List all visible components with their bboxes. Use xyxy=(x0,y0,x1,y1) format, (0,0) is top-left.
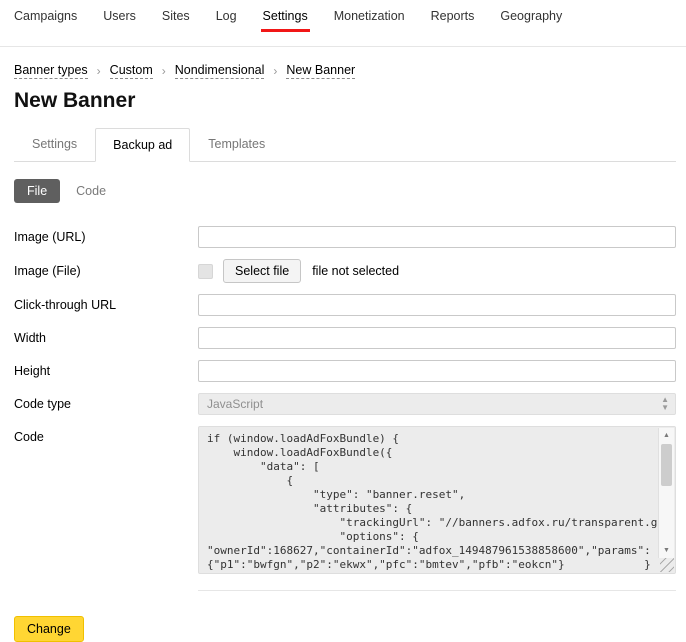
source-toggle: File Code xyxy=(14,179,676,203)
image-file-row: Image (File) Select file file not select… xyxy=(14,259,676,283)
header-divider xyxy=(0,30,686,47)
code-scrollbar[interactable]: ▲ ▼ xyxy=(658,428,674,558)
tab-backup-ad[interactable]: Backup ad xyxy=(95,128,190,162)
code-type-select[interactable]: JavaScript ▲▼ xyxy=(198,393,676,415)
height-row: Height xyxy=(14,360,676,382)
breadcrumb-separator: › xyxy=(97,64,101,78)
image-file-label: Image (File) xyxy=(14,264,198,278)
resize-grip-icon[interactable] xyxy=(660,558,674,572)
file-toggle-button[interactable]: File xyxy=(14,179,60,203)
nav-monetization[interactable]: Monetization xyxy=(334,9,405,32)
code-toggle-button[interactable]: Code xyxy=(76,184,106,198)
breadcrumb-separator: › xyxy=(162,64,166,78)
nav-log[interactable]: Log xyxy=(216,9,237,32)
code-label: Code xyxy=(14,426,198,444)
nav-settings[interactable]: Settings xyxy=(263,9,308,32)
code-row: Code if (window.loadAdFoxBundle) { windo… xyxy=(14,426,676,574)
breadcrumb-new-banner[interactable]: New Banner xyxy=(286,63,355,79)
tab-settings[interactable]: Settings xyxy=(14,127,95,161)
bottom-divider xyxy=(198,590,676,591)
page-title: New Banner xyxy=(14,89,676,113)
main-content: Banner types › Custom › Nondimensional ›… xyxy=(0,63,686,642)
breadcrumb: Banner types › Custom › Nondimensional ›… xyxy=(14,63,676,79)
breadcrumb-custom[interactable]: Custom xyxy=(110,63,153,79)
width-input[interactable] xyxy=(198,327,676,349)
file-status-text: file not selected xyxy=(312,264,399,278)
top-nav: Campaigns Users Sites Log Settings Monet… xyxy=(0,0,686,30)
nav-sites[interactable]: Sites xyxy=(162,9,190,32)
code-textarea[interactable]: if (window.loadAdFoxBundle) { window.loa… xyxy=(199,427,657,573)
width-row: Width xyxy=(14,327,676,349)
height-input[interactable] xyxy=(198,360,676,382)
nav-geography[interactable]: Geography xyxy=(500,9,562,32)
breadcrumb-nondimensional[interactable]: Nondimensional xyxy=(175,63,265,79)
code-type-row: Code type JavaScript ▲▼ xyxy=(14,393,676,415)
breadcrumb-banner-types[interactable]: Banner types xyxy=(14,63,88,79)
image-file-checkbox[interactable] xyxy=(198,264,213,279)
image-url-input[interactable] xyxy=(198,226,676,248)
code-editor: if (window.loadAdFoxBundle) { window.loa… xyxy=(198,426,676,574)
scroll-down-icon[interactable]: ▼ xyxy=(659,543,674,558)
scrollbar-thumb[interactable] xyxy=(661,444,672,486)
tab-templates[interactable]: Templates xyxy=(190,127,283,161)
nav-reports[interactable]: Reports xyxy=(431,9,475,32)
click-url-input[interactable] xyxy=(198,294,676,316)
image-url-label: Image (URL) xyxy=(14,230,198,244)
image-url-row: Image (URL) xyxy=(14,226,676,248)
select-arrows-icon: ▲▼ xyxy=(661,396,669,412)
code-type-value: JavaScript xyxy=(207,397,263,411)
tab-bar: Settings Backup ad Templates xyxy=(14,127,676,162)
backup-ad-form: Image (URL) Image (File) Select file fil… xyxy=(14,226,676,574)
width-label: Width xyxy=(14,331,198,345)
scroll-up-icon[interactable]: ▲ xyxy=(659,428,674,443)
nav-campaigns[interactable]: Campaigns xyxy=(14,9,77,32)
height-label: Height xyxy=(14,364,198,378)
code-type-label: Code type xyxy=(14,397,198,411)
change-button[interactable]: Change xyxy=(14,616,84,642)
nav-users[interactable]: Users xyxy=(103,9,136,32)
click-url-label: Click-through URL xyxy=(14,298,198,312)
breadcrumb-separator: › xyxy=(273,64,277,78)
select-file-button[interactable]: Select file xyxy=(223,259,301,283)
click-url-row: Click-through URL xyxy=(14,294,676,316)
